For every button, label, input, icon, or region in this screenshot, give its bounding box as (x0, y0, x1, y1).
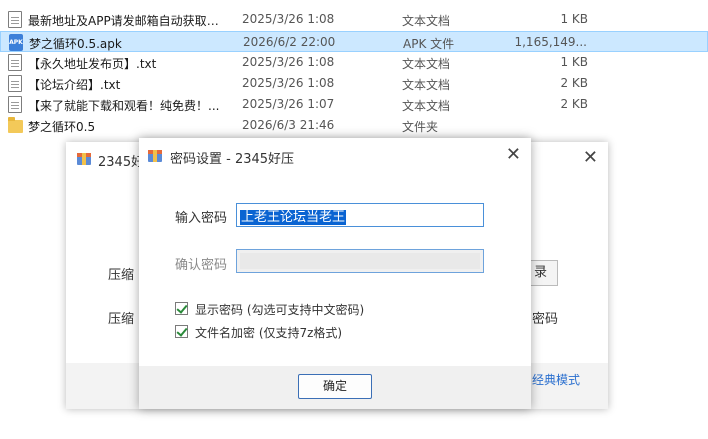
file-row[interactable]: 梦之循环0.5 2026/6/3 21:46 文件夹 (0, 115, 708, 136)
file-row[interactable]: 最新地址及APP请发邮箱自动获取！... 2025/3/26 1:08 文本文档 1 … (0, 9, 708, 30)
file-name: 【永久地址发布页】.txt (28, 57, 157, 71)
file-date: 2025/3/26 1:08 (242, 76, 335, 90)
password-input[interactable]: 上老王论坛当老王 (236, 203, 484, 227)
file-size: 1 KB (560, 55, 588, 69)
file-date: 2025/3/26 1:08 (242, 12, 335, 26)
file-type: APK 文件 (403, 37, 455, 51)
file-type: 文本文档 (402, 99, 451, 113)
password-value: 上老王论坛当老王 (240, 210, 347, 225)
file-size: 2 KB (560, 97, 588, 111)
file-date: 2026/6/2 22:00 (243, 35, 336, 49)
file-date: 2025/3/26 1:08 (242, 55, 335, 69)
document-icon (8, 11, 22, 28)
file-name: 梦之循环0.5 (28, 120, 96, 134)
file-name: 最新地址及APP请发邮箱自动获取！... (28, 14, 228, 28)
file-name: 梦之循环0.5.apk (29, 37, 122, 51)
compress-label: 压缩 (108, 268, 135, 283)
dialog-title: 2345好 (98, 155, 145, 170)
file-type: 文本文档 (402, 14, 451, 28)
show-password-checkbox[interactable] (175, 302, 188, 315)
app-logo-icon (148, 150, 162, 162)
file-name: 【来了就能下载和观看！纯免费！... (28, 99, 220, 113)
file-row[interactable]: APK 梦之循环0.5.apk 2026/6/2 22:00 APK 文件 1,165,… (0, 31, 708, 52)
file-row[interactable]: 【永久地址发布页】.txt 2025/3/26 1:08 文本文档 1 KB (0, 52, 708, 73)
file-date: 2025/3/26 1:07 (242, 97, 335, 111)
document-icon (8, 54, 22, 71)
app-logo-icon (77, 153, 91, 165)
file-type: 文本文档 (402, 57, 451, 71)
file-size: 1 KB (560, 12, 588, 26)
file-date: 2026/6/3 21:46 (242, 118, 335, 132)
folder-icon (8, 117, 23, 133)
file-row[interactable]: 【来了就能下载和观看！纯免费！... 2025/3/26 1:07 文本文档 2 KB (0, 94, 708, 115)
encrypt-filenames-label: 文件名加密 (仅支持7z格式) (195, 326, 343, 340)
file-type: 文本文档 (402, 78, 451, 92)
confirm-password-label: 确认密码 (175, 258, 228, 273)
ok-button[interactable]: 确定 (298, 374, 372, 399)
file-name: 【论坛介绍】.txt (28, 78, 121, 92)
password-label: 输入密码 (175, 211, 228, 226)
password-dialog: 密码设置 - 2345好压 ✕ 输入密码 上老王论坛当老王 确认密码 显示密码 … (139, 138, 531, 409)
document-icon (8, 75, 22, 92)
confirm-password-input[interactable] (236, 249, 484, 273)
file-type: 文件夹 (402, 120, 439, 134)
close-icon[interactable]: ✕ (506, 144, 521, 165)
encrypt-filenames-checkbox[interactable] (175, 325, 188, 338)
confirm-password-field (240, 253, 480, 269)
file-size: 1,165,149... (514, 35, 587, 49)
classic-mode-link[interactable]: 经典模式 (532, 371, 580, 388)
document-icon (8, 96, 22, 113)
file-row[interactable]: 【论坛介绍】.txt 2025/3/26 1:08 文本文档 2 KB (0, 73, 708, 94)
file-size: 2 KB (560, 76, 588, 90)
dialog-title: 密码设置 - 2345好压 (170, 152, 295, 167)
close-icon[interactable]: ✕ (583, 147, 598, 168)
compress-label-2: 压缩 (108, 312, 135, 327)
apk-icon: APK (9, 34, 23, 51)
show-password-label: 显示密码 (勾选可支持中文密码) (195, 303, 365, 317)
password-text: 密码 (532, 312, 559, 327)
